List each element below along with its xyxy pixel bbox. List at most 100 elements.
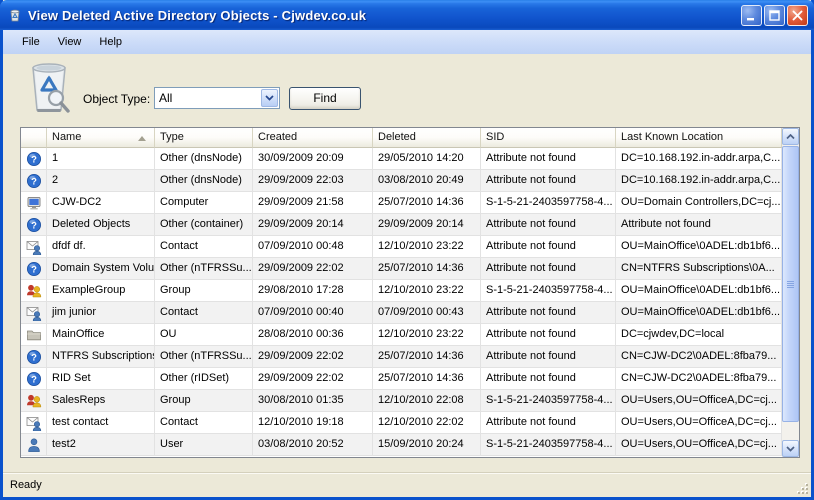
table-row[interactable]: SalesRepsGroup30/08/2010 01:3512/10/2010… (21, 390, 782, 412)
table-row[interactable]: CJW-DC2Computer29/09/2009 21:5825/07/201… (21, 192, 782, 214)
close-button[interactable] (787, 5, 808, 26)
cell-location: Attribute not found (616, 214, 782, 236)
column-header-sid[interactable]: SID (481, 128, 616, 148)
cell-sid: Attribute not found (481, 258, 616, 280)
cell-type: Other (nTFRSSu... (155, 258, 253, 280)
cell-name: Domain System Volu... (47, 258, 155, 280)
cell-location: OU=Domain Controllers,DC=cj... (616, 192, 782, 214)
cell-location: OU=MainOffice\0ADEL:db1bf6... (616, 236, 782, 258)
column-header-created[interactable]: Created (253, 128, 373, 148)
cell-type: Group (155, 390, 253, 412)
folder-icon (21, 324, 47, 346)
cell-created: 29/09/2009 22:02 (253, 368, 373, 390)
maximize-button[interactable] (764, 5, 785, 26)
svg-text:?: ? (31, 154, 37, 165)
table-row[interactable]: ?RID SetOther (rIDSet)29/09/2009 22:0225… (21, 368, 782, 390)
toolbar: Object Type: All Find (3, 54, 811, 127)
table-row[interactable]: test contactContact12/10/2010 19:1812/10… (21, 412, 782, 434)
cell-location: DC=10.168.192.in-addr.arpa,C... (616, 170, 782, 192)
table-row[interactable]: dfdf df.Contact07/09/2010 00:4812/10/201… (21, 236, 782, 258)
contact-icon (21, 412, 47, 434)
table-header: NameTypeCreatedDeletedSIDLast Known Loca… (21, 128, 782, 148)
table-row[interactable]: test2User03/08/2010 20:5215/09/2010 20:2… (21, 434, 782, 456)
menu-file[interactable]: File (13, 33, 49, 51)
table-row[interactable]: MainOfficeOU28/08/2010 00:3612/10/2010 2… (21, 324, 782, 346)
cell-deleted: 07/09/2010 00:43 (373, 302, 481, 324)
table-row[interactable]: ?2Other (dnsNode)29/09/2009 22:0303/08/2… (21, 170, 782, 192)
cell-deleted: 25/07/2010 14:36 (373, 192, 481, 214)
column-header-deleted[interactable]: Deleted (373, 128, 481, 148)
menu-help[interactable]: Help (90, 33, 131, 51)
cell-name: RID Set (47, 368, 155, 390)
table-row[interactable]: ? Domain System Volu...Other (nTFRSSu...2… (21, 258, 782, 280)
cell-deleted: 29/09/2009 20:14 (373, 214, 481, 236)
object-type-select[interactable]: All (154, 87, 280, 109)
resize-grip[interactable] (796, 482, 809, 495)
column-header-type[interactable]: Type (155, 128, 253, 148)
object-type-value: All (155, 91, 260, 105)
cell-created: 30/08/2010 01:35 (253, 390, 373, 412)
question-icon: ? (21, 170, 47, 192)
question-icon: ? (21, 148, 47, 170)
find-button[interactable]: Find (289, 87, 361, 110)
cell-type: Other (rIDSet) (155, 368, 253, 390)
cell-type: Contact (155, 236, 253, 258)
cell-deleted: 12/10/2010 23:22 (373, 280, 481, 302)
cell-name: CJW-DC2 (47, 192, 155, 214)
cell-name: test contact (47, 412, 155, 434)
table-row[interactable]: ExampleGroupGroup29/08/2010 17:2812/10/2… (21, 280, 782, 302)
scrollbar-track[interactable] (782, 422, 799, 440)
scroll-up-icon[interactable] (782, 128, 799, 145)
cell-created: 29/09/2009 20:14 (253, 214, 373, 236)
minimize-button[interactable] (741, 5, 762, 26)
column-header-location[interactable]: Last Known Location (616, 128, 782, 148)
cell-deleted: 25/07/2010 14:36 (373, 346, 481, 368)
cell-sid: Attribute not found (481, 346, 616, 368)
app-icon (7, 7, 23, 23)
cell-type: User (155, 434, 253, 456)
scroll-down-icon[interactable] (782, 440, 799, 457)
cell-sid: Attribute not found (481, 368, 616, 390)
table-body: ?1Other (dnsNode)30/09/2009 20:0929/05/2… (21, 148, 782, 456)
object-type-label: Object Type: (83, 92, 150, 106)
vertical-scrollbar[interactable] (782, 128, 799, 457)
recycle-bin-search-icon (25, 60, 73, 118)
menu-view[interactable]: View (49, 33, 91, 51)
chevron-down-icon[interactable] (261, 89, 278, 107)
cell-name: MainOffice (47, 324, 155, 346)
cell-name: jim junior (47, 302, 155, 324)
cell-created: 28/08/2010 00:36 (253, 324, 373, 346)
cell-deleted: 15/09/2010 20:24 (373, 434, 481, 456)
cell-created: 29/09/2009 22:03 (253, 170, 373, 192)
svg-text:?: ? (31, 264, 37, 275)
titlebar[interactable]: View Deleted Active Directory Objects - … (0, 0, 814, 30)
question-icon: ? (21, 258, 47, 280)
cell-deleted: 12/10/2010 23:22 (373, 324, 481, 346)
cell-sid: Attribute not found (481, 170, 616, 192)
cell-created: 07/09/2010 00:40 (253, 302, 373, 324)
group-icon (21, 390, 47, 412)
cell-created: 03/08/2010 20:52 (253, 434, 373, 456)
cell-deleted: 12/10/2010 23:22 (373, 236, 481, 258)
cell-location: OU=MainOffice\0ADEL:db1bf6... (616, 302, 782, 324)
status-text: Ready (10, 479, 42, 491)
table-row[interactable]: jim juniorContact07/09/2010 00:4007/09/2… (21, 302, 782, 324)
table-row[interactable]: ?NTFRS SubscriptionsOther (nTFRSSu...29/… (21, 346, 782, 368)
cell-sid: Attribute not found (481, 412, 616, 434)
scrollbar-thumb[interactable] (782, 146, 799, 422)
svg-text:?: ? (31, 220, 37, 231)
cell-name: 2 (47, 170, 155, 192)
cell-created: 29/08/2010 17:28 (253, 280, 373, 302)
column-header-icon[interactable] (21, 128, 47, 148)
cell-deleted: 25/07/2010 14:36 (373, 368, 481, 390)
cell-deleted: 29/05/2010 14:20 (373, 148, 481, 170)
column-header-name[interactable]: Name (47, 128, 155, 148)
cell-location: OU=MainOffice\0ADEL:db1bf6... (616, 280, 782, 302)
table-main: NameTypeCreatedDeletedSIDLast Known Loca… (21, 128, 782, 457)
cell-created: 29/09/2009 22:02 (253, 258, 373, 280)
cell-type: Contact (155, 412, 253, 434)
cell-deleted: 12/10/2010 22:08 (373, 390, 481, 412)
table-row[interactable]: ?Deleted ObjectsOther (container)29/09/2… (21, 214, 782, 236)
table-row[interactable]: ?1Other (dnsNode)30/09/2009 20:0929/05/2… (21, 148, 782, 170)
cell-sid: Attribute not found (481, 148, 616, 170)
